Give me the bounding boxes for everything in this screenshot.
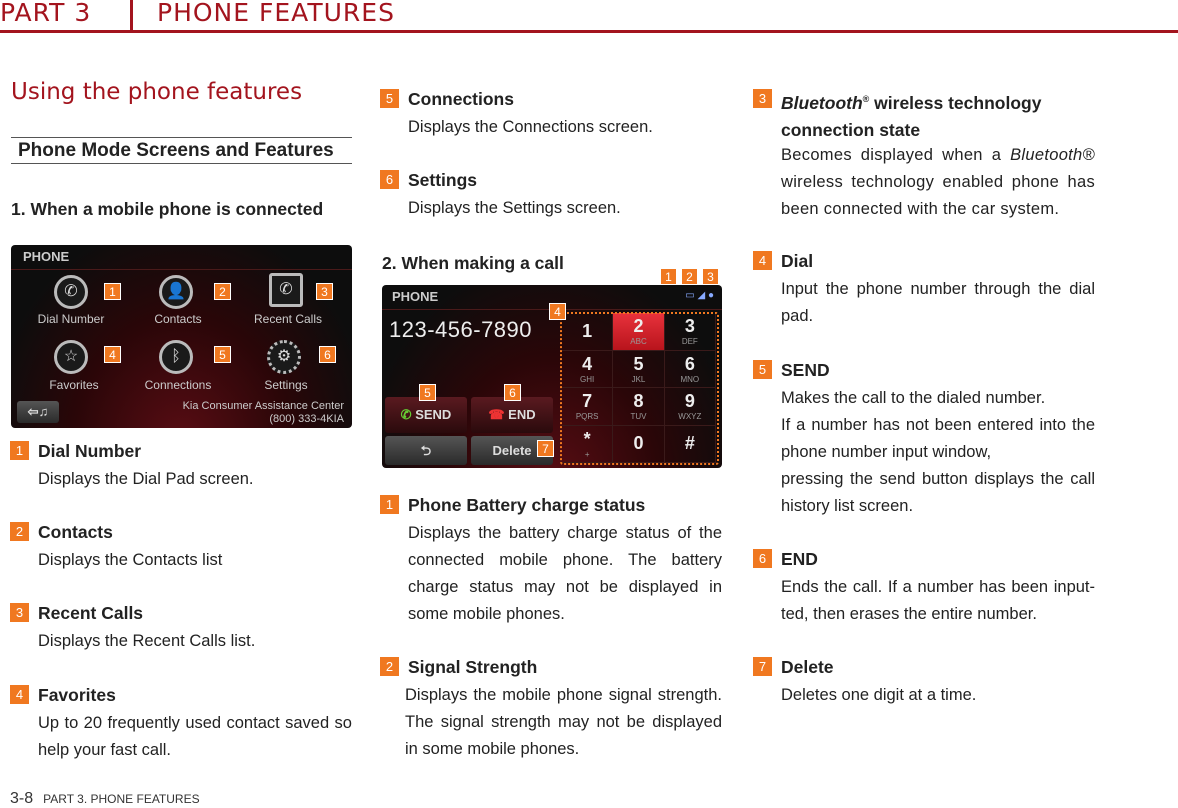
icon-label: Favorites [49, 378, 99, 392]
item-desc: Becomes displayed when a Bluetooth® wire… [781, 142, 1095, 223]
callout-badge: 2 [681, 268, 698, 285]
contacts-icon: 👤 [159, 275, 193, 309]
badge: 1 [380, 495, 399, 514]
badge: 2 [380, 657, 399, 676]
callout-badge: 6 [504, 384, 521, 401]
section-label: PHONE FEATURES [157, 0, 395, 27]
subtitle: Phone Mode Screens and Features [11, 137, 352, 164]
item-desc: Displays the Contacts list [38, 551, 223, 569]
bluetooth-icon: ᛒ [159, 340, 193, 374]
settings-icon: ⚙ [267, 340, 301, 374]
icon-label: Connections [144, 378, 212, 392]
item-desc: Deletes one digit at a time. [781, 686, 977, 704]
dialed-number: 123-456-7890 [389, 317, 533, 342]
item-desc: Displays the Recent Calls list. [38, 632, 256, 650]
screen-title: PHONE [392, 289, 439, 304]
item-desc: Makes the call to the dialed number. If … [781, 389, 1095, 515]
badge: 5 [753, 360, 772, 379]
page-number: 3-8 [10, 790, 34, 807]
bluetooth-status-icon: ▭ ◢ ● [685, 290, 714, 301]
item-title: Bluetooth® wireless technology connectio… [781, 86, 1061, 144]
icon-label: Settings [264, 378, 308, 392]
callout-badge: 3 [702, 268, 719, 285]
item-title: Dial [781, 251, 814, 271]
badge: 3 [753, 89, 772, 108]
footer-label: PART 3. PHONE FEATURES [43, 792, 200, 806]
header-rule [0, 30, 1178, 33]
item-desc: Ends the call. If a number has been inpu… [781, 578, 1095, 623]
header-divider [130, 0, 133, 32]
callout-badge: 5 [214, 346, 231, 363]
back-icon: ⇦♫ [17, 401, 59, 423]
badge: 4 [10, 685, 29, 704]
item-title: END [781, 549, 818, 569]
item-title: Recent Calls [38, 603, 144, 623]
screen-title: PHONE [23, 249, 70, 264]
callout-badge: 1 [104, 283, 121, 300]
dial-screen-screenshot: PHONE ▭ ◢ ● 123-456-7890 ✆ SEND ☎ END ⮌ … [382, 285, 722, 468]
icon-label: Recent Calls [253, 312, 323, 326]
callout-badge: 1 [660, 268, 677, 285]
bluetooth-italic: Bluetooth [781, 92, 863, 113]
footer: 3-8 PART 3. PHONE FEATURES [10, 790, 200, 808]
callout-badge: 2 [214, 283, 231, 300]
badge: 4 [753, 251, 772, 270]
callout-badge: 4 [549, 303, 566, 320]
end-button: ☎ END [471, 397, 553, 433]
callout-badge: 7 [537, 440, 554, 457]
badge: 1 [10, 441, 29, 460]
item-title: Phone Battery charge status [408, 495, 646, 515]
item-title: SEND [781, 360, 830, 380]
back-icon: ⮌ [385, 436, 467, 465]
item-title: Contacts [38, 522, 113, 542]
callout-badge: 6 [319, 346, 336, 363]
item-desc: Up to 20 frequently used contact saved s… [38, 714, 352, 759]
item-desc: Displays the mobile phone signal strengt… [405, 686, 722, 758]
keypad-highlight [560, 312, 719, 465]
send-button: ✆ SEND [385, 397, 467, 433]
item-desc: Displays the Dial Pad screen. [38, 470, 254, 488]
part-label: PART 3 [0, 0, 92, 27]
item-title: Delete [781, 657, 834, 677]
item-desc: Displays the battery charge status of th… [408, 524, 722, 623]
item-desc: Displays the Connections screen. [408, 118, 653, 136]
assist-phone: (800) 333-4KIA [269, 413, 344, 425]
callout-badge: 3 [316, 283, 333, 300]
recent-calls-icon: ✆ [269, 273, 303, 307]
section1-heading: 1. When a mobile phone is connected [11, 199, 324, 219]
item-desc: Displays the Settings screen. [408, 199, 621, 217]
phone-menu-screenshot: PHONE ✆ 👤 ✆ ☆ ᛒ ⚙ Dial Number Contacts R… [11, 245, 352, 428]
desc-italic: Bluetooth® [1010, 146, 1095, 164]
badge: 5 [380, 89, 399, 108]
badge: 6 [380, 170, 399, 189]
item-title: Connections [408, 89, 514, 109]
desc-part: Becomes displayed when a [781, 146, 1011, 164]
badge: 7 [753, 657, 772, 676]
assist-center: Kia Consumer Assistance Center [182, 400, 344, 412]
icon-label: Contacts [154, 312, 202, 326]
badge: 3 [10, 603, 29, 622]
section2-heading: 2. When making a call [382, 253, 564, 273]
icon-label: Dial Number [37, 312, 105, 326]
callout-badge: 5 [419, 384, 436, 401]
item-desc: Input the phone number through the dial … [781, 280, 1095, 325]
badge: 2 [10, 522, 29, 541]
callout-badge: 4 [104, 346, 121, 363]
item-title: Signal Strength [408, 657, 538, 677]
item-title: Dial Number [38, 441, 142, 461]
item-title: Settings [408, 170, 478, 190]
send-label: SEND [415, 407, 452, 422]
badge: 6 [753, 549, 772, 568]
end-label: END [508, 407, 536, 422]
favorites-icon: ☆ [54, 340, 88, 374]
dial-icon: ✆ [54, 275, 88, 309]
page-title: Using the phone features [11, 79, 303, 105]
desc-part: wireless technology enabled phone has be… [781, 173, 1095, 218]
item-title: Favorites [38, 685, 116, 705]
